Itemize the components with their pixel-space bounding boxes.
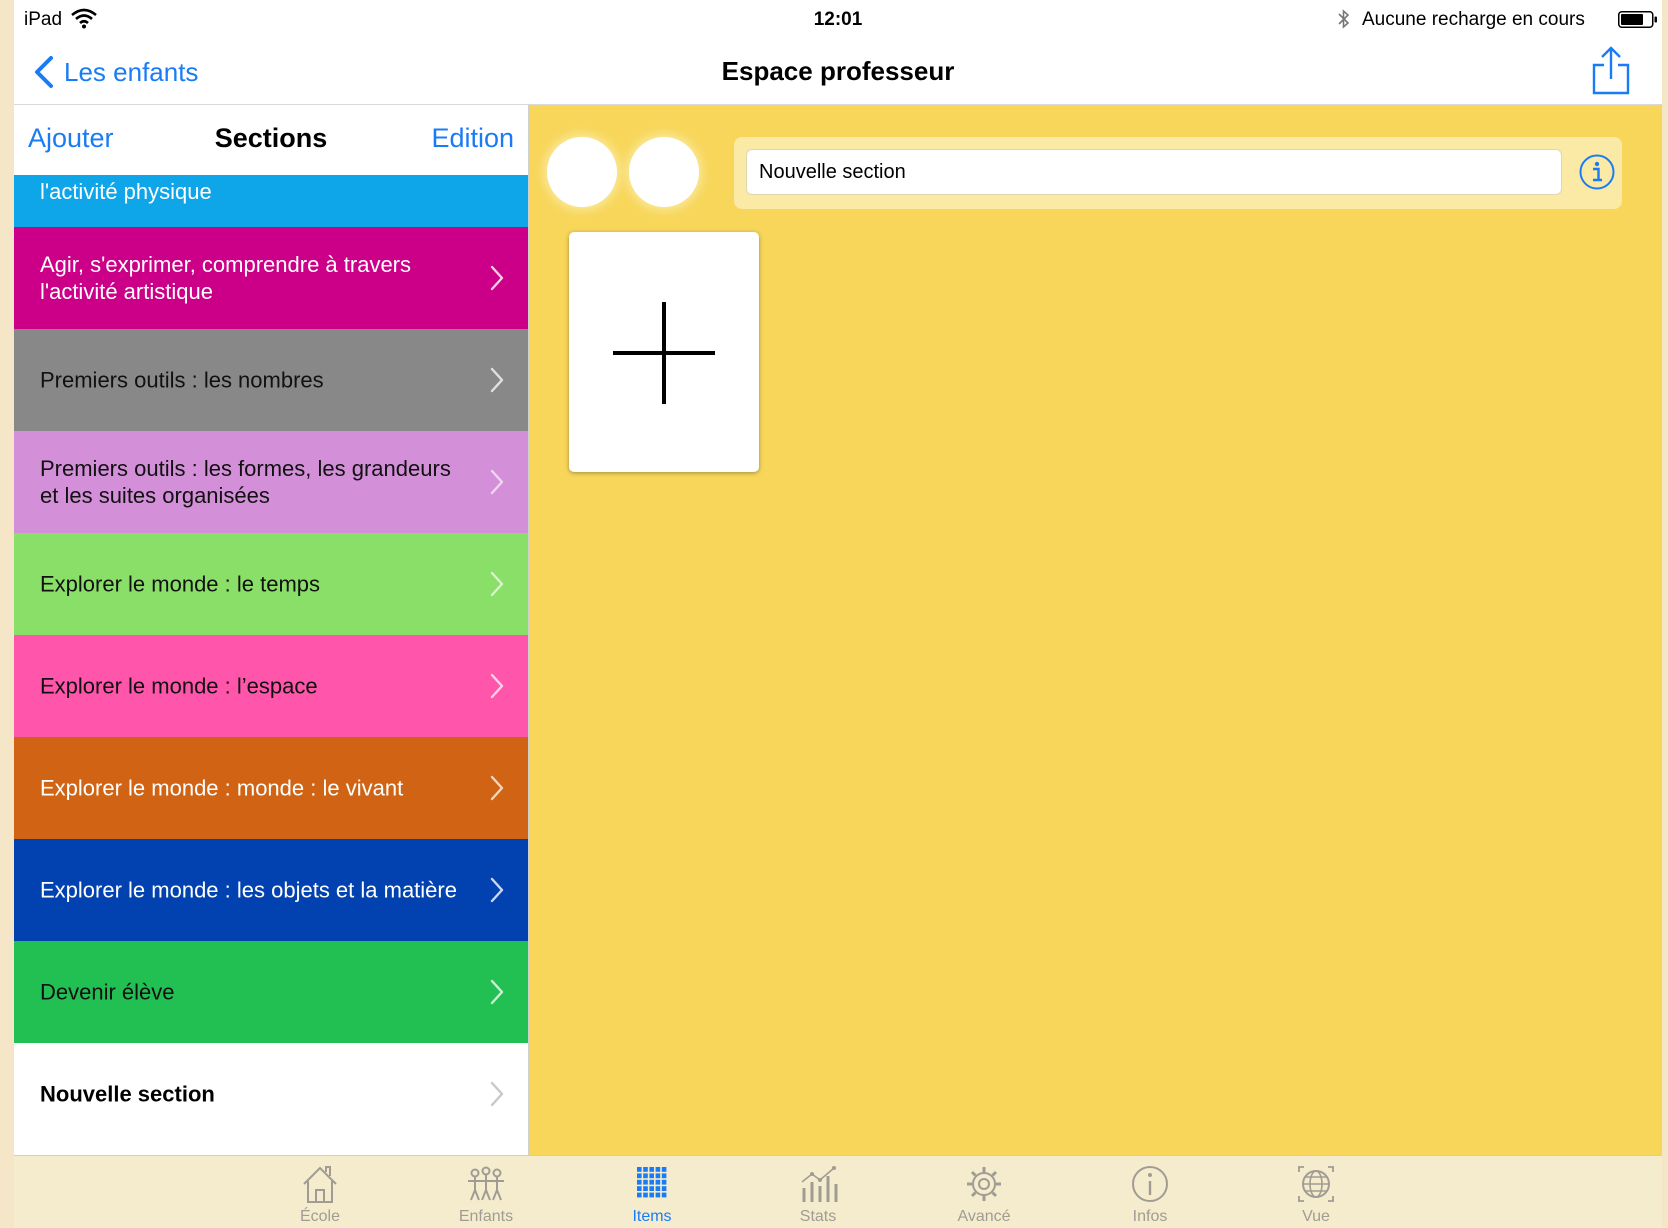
bluetooth-icon xyxy=(1338,9,1350,29)
plus-icon xyxy=(613,302,715,404)
section-row[interactable]: Devenir élève xyxy=(14,941,528,1043)
chevron-right-icon xyxy=(490,775,504,801)
sections-sidebar: l'activité physique Agir, s'exprimer, com… xyxy=(14,105,529,1155)
info-icon xyxy=(1132,1166,1168,1202)
tab-label: Infos xyxy=(1132,1208,1168,1225)
tab-label: Enfants xyxy=(458,1208,514,1225)
info-icon[interactable] xyxy=(1578,153,1616,191)
section-row-label: Agir, s'exprimer, comprendre à travers l… xyxy=(40,252,412,304)
status-bar: iPad 12:01 Aucune recharge en cours xyxy=(14,0,1662,40)
chevron-right-icon xyxy=(490,1081,504,1107)
chevron-left-icon xyxy=(35,56,53,88)
page-title: Espace professeur xyxy=(721,56,955,86)
color-picker-primary[interactable] xyxy=(547,137,617,207)
chevron-right-icon xyxy=(490,367,504,393)
tab-items[interactable]: Items xyxy=(592,1156,712,1228)
tab-label: Items xyxy=(632,1208,672,1225)
section-name-input[interactable] xyxy=(746,149,1562,195)
edit-sections-button[interactable]: Edition xyxy=(431,123,514,154)
tab-stats[interactable]: Stats xyxy=(758,1156,878,1228)
section-row[interactable]: Agir, s'exprimer, comprendre à travers l… xyxy=(14,227,528,329)
grid-icon xyxy=(637,1167,667,1198)
section-row[interactable]: Premiers outils : les nombres xyxy=(14,329,528,431)
tab-bar: École Enfants Items Stats Avancé Infos Vue xyxy=(14,1155,1662,1228)
sidebar-header: Ajouter Sections Edition xyxy=(14,105,528,175)
section-row[interactable]: Explorer le monde : le temps xyxy=(14,533,528,635)
back-button-label: Les enfants xyxy=(64,56,199,87)
back-button[interactable]: Les enfants xyxy=(32,52,198,92)
tab-vue[interactable]: Vue xyxy=(1256,1156,1376,1228)
navigation-bar: Les enfants Espace professeur xyxy=(14,40,1662,105)
section-row-label: Explorer le monde : le temps xyxy=(40,571,321,597)
section-row-label: l'activité physique xyxy=(40,179,212,204)
section-row[interactable]: Explorer le monde : monde : le vivant xyxy=(14,737,528,839)
section-row[interactable]: Explorer le monde : les objets et la mat… xyxy=(14,839,528,941)
tab-avance[interactable]: Avancé xyxy=(924,1156,1044,1228)
section-row-label: Explorer le monde : les objets et la mat… xyxy=(40,877,457,903)
section-row-label: Explorer le monde : monde : le vivant xyxy=(40,775,404,801)
section-row-label: Premiers outils : les formes, les grande… xyxy=(40,456,451,508)
status-charge-text: Aucune recharge en cours xyxy=(1362,9,1585,30)
section-editor xyxy=(529,105,1662,1155)
section-row[interactable]: Premiers outils : les formes, les grande… xyxy=(14,431,528,533)
tab-label: Stats xyxy=(799,1208,837,1225)
section-row[interactable]: Explorer le monde : l’espace xyxy=(14,635,528,737)
house-icon xyxy=(303,1166,337,1203)
chevron-right-icon xyxy=(490,979,504,1005)
tab-infos[interactable]: Infos xyxy=(1090,1156,1210,1228)
chevron-right-icon xyxy=(490,673,504,699)
tab-enfants[interactable]: Enfants xyxy=(426,1156,546,1228)
chevron-right-icon xyxy=(490,877,504,903)
share-icon[interactable] xyxy=(1587,45,1635,97)
battery-icon xyxy=(1618,11,1657,28)
gear-icon xyxy=(967,1167,1001,1201)
section-row-label: Explorer le monde : l’espace xyxy=(40,673,318,699)
tab-label: Vue xyxy=(1302,1208,1330,1225)
app-window: iPad 12:01 Aucune recharge en cours Les … xyxy=(14,0,1662,1228)
section-row[interactable]: Nouvelle section xyxy=(14,1043,528,1145)
stats-icon xyxy=(801,1166,838,1202)
tab-label: École xyxy=(299,1208,341,1225)
chevron-right-icon xyxy=(490,571,504,597)
tab-label: Avancé xyxy=(957,1208,1011,1225)
chevron-right-icon xyxy=(490,265,504,291)
add-item-card[interactable] xyxy=(569,232,759,472)
color-picker-secondary[interactable] xyxy=(629,137,699,207)
chevron-right-icon xyxy=(490,469,504,495)
children-icon xyxy=(468,1166,504,1201)
section-row-label: Premiers outils : les nombres xyxy=(40,367,324,393)
section-row-label: Nouvelle section xyxy=(40,1081,215,1107)
tab-ecole[interactable]: École xyxy=(260,1156,380,1228)
section-name-bar xyxy=(734,137,1622,209)
globe-icon xyxy=(1298,1166,1334,1202)
section-row-label: Devenir élève xyxy=(40,979,175,1005)
